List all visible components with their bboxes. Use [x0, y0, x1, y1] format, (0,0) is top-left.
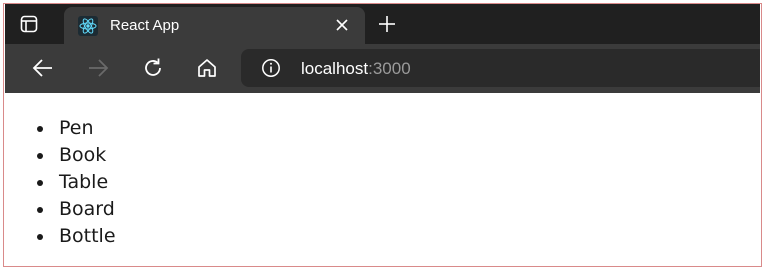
address-bar[interactable]: localhost:3000 — [241, 49, 760, 87]
url-host: localhost — [301, 59, 369, 78]
plus-icon — [379, 16, 395, 32]
new-tab-button[interactable] — [377, 14, 397, 34]
forward-arrow-icon — [89, 59, 109, 77]
react-logo-icon — [78, 16, 98, 36]
tab-strip: React App — [5, 4, 760, 44]
url-text[interactable]: localhost:3000 — [301, 59, 411, 79]
tab-title: React App — [110, 17, 180, 34]
refresh-button[interactable] — [141, 56, 165, 80]
list-item: Table — [55, 169, 116, 196]
forward-button[interactable] — [86, 56, 110, 80]
home-icon — [198, 59, 216, 77]
navigation-toolbar: localhost:3000 — [5, 44, 760, 93]
page-content: Pen Book Table Board Bottle — [5, 93, 760, 264]
close-icon[interactable] — [334, 17, 350, 33]
list-item: Bottle — [55, 223, 116, 250]
item-list: Pen Book Table Board Bottle — [19, 115, 116, 250]
info-icon[interactable] — [261, 58, 281, 78]
list-item: Board — [55, 196, 116, 223]
url-port: :3000 — [368, 59, 411, 78]
browser-chrome: React App localhost:3000 — [5, 4, 760, 93]
home-button[interactable] — [195, 56, 219, 80]
refresh-icon — [145, 58, 161, 76]
list-item: Pen — [55, 115, 116, 142]
back-arrow-icon — [32, 59, 52, 77]
tab-actions-icon[interactable] — [19, 14, 39, 34]
tab-react-app[interactable]: React App — [64, 7, 365, 44]
list-item: Book — [55, 142, 116, 169]
back-button[interactable] — [31, 56, 55, 80]
